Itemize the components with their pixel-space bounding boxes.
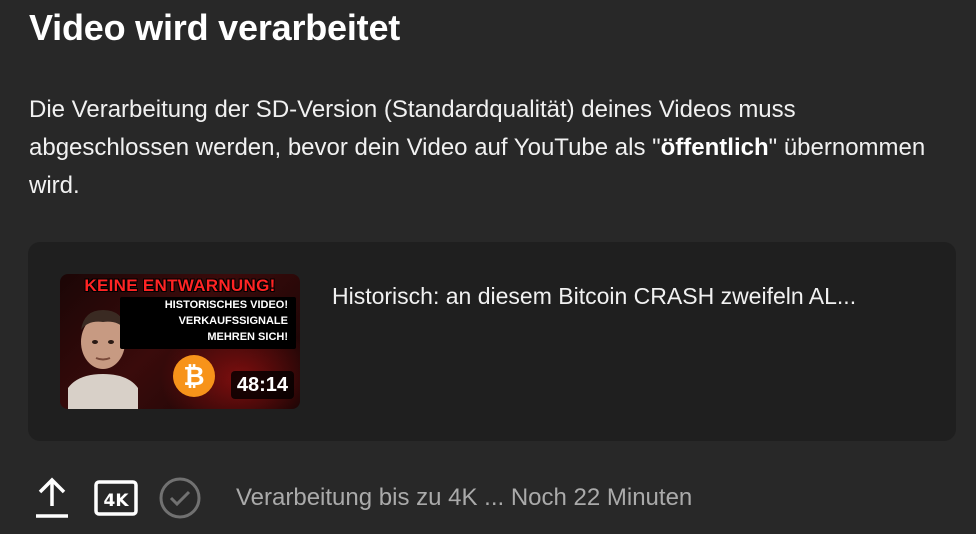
thumbnail-subtitle-box: HISTORISCHES VIDEO! VERKAUFSSIGNALE MEHR… — [120, 297, 296, 349]
upload-icon — [36, 477, 68, 518]
video-card: KEINE ENTWARNUNG! HISTORISCHES VIDEO! VE… — [28, 242, 956, 441]
processing-status-text: Verarbeitung bis zu 4K ... Noch 22 Minut… — [236, 484, 693, 511]
video-title[interactable]: Historisch: an diesem Bitcoin CRASH zwei… — [332, 282, 932, 310]
thumbnail-line-1: HISTORISCHES VIDEO! — [164, 299, 288, 311]
video-thumbnail[interactable]: KEINE ENTWARNUNG! HISTORISCHES VIDEO! VE… — [60, 274, 300, 409]
check-circle-icon — [159, 477, 201, 519]
svg-text:₿: ₿ — [183, 362, 204, 392]
thumbnail-line-2: VERKAUFSSIGNALE — [178, 315, 288, 327]
dialog-description: Die Verarbeitung der SD-Version (Standar… — [29, 91, 929, 205]
description-bold-visibility: öffentlich — [660, 134, 769, 161]
thumbnail-line-3: MEHREN SICH! — [207, 331, 288, 343]
thumbnail-headline: KEINE ENTWARNUNG! — [84, 276, 276, 295]
4k-icon: 4K — [94, 480, 138, 516]
processing-dialog: Video wird verarbeitet Die Verarbeitung … — [0, 0, 976, 534]
processing-status-bar: 4K Verarbeitung bis zu 4K ... Noch 22 Mi… — [32, 476, 952, 522]
dialog-title: Video wird verarbeitet — [29, 7, 401, 48]
video-duration-badge: 48:14 — [230, 371, 294, 399]
svg-text:4K: 4K — [103, 491, 129, 511]
bitcoin-logo-icon: ₿ — [173, 355, 215, 397]
